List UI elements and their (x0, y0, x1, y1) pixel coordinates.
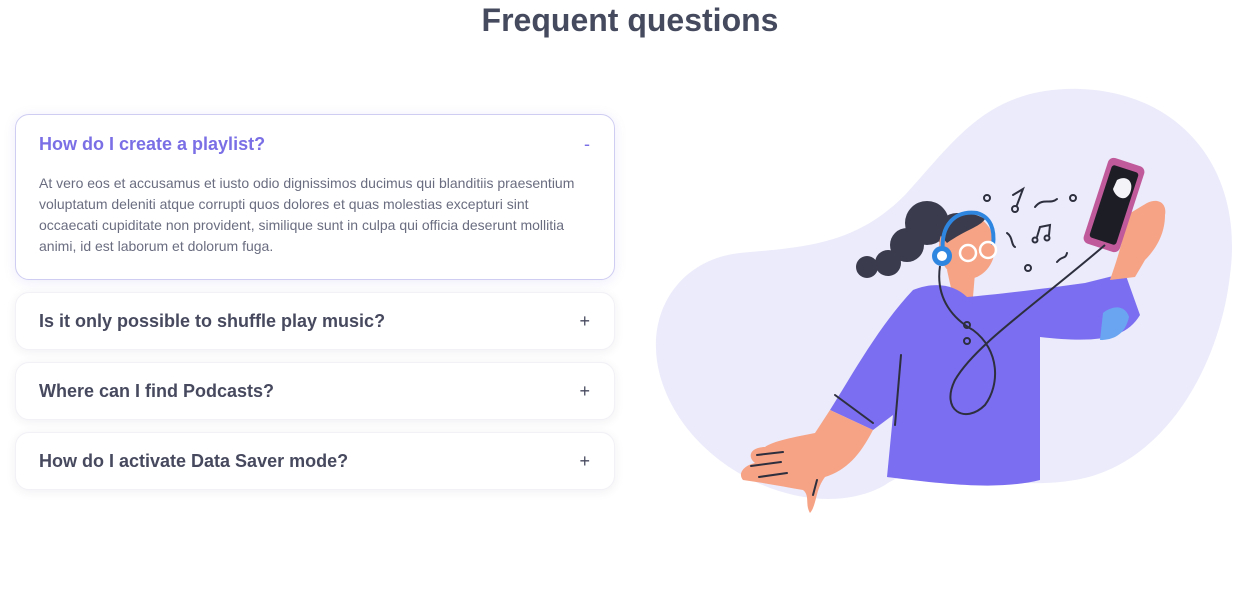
faq-item-podcasts[interactable]: Where can I find Podcasts? + (15, 362, 615, 420)
page-title: Frequent questions (481, 2, 779, 38)
faq-item-header[interactable]: Is it only possible to shuffle play musi… (16, 293, 614, 349)
faq-list: How do I create a playlist? - At vero eo… (15, 114, 615, 502)
faq-item-header[interactable]: How do I activate Data Saver mode? + (16, 433, 614, 489)
faq-item-header[interactable]: Where can I find Podcasts? + (16, 363, 614, 419)
faq-question: Where can I find Podcasts? (39, 380, 275, 401)
faq-item-data-saver[interactable]: How do I activate Data Saver mode? + (15, 432, 615, 490)
collapse-icon[interactable]: - (584, 135, 590, 153)
faq-answer: At vero eos et accusamus et iusto odio d… (39, 175, 575, 254)
expand-icon[interactable]: + (579, 312, 590, 330)
faq-item-create-playlist[interactable]: How do I create a playlist? - At vero eo… (15, 114, 615, 280)
faq-page: Frequent questions How do I create a pla… (0, 0, 1260, 608)
faq-question: Is it only possible to shuffle play musi… (39, 310, 386, 331)
expand-icon[interactable]: + (579, 452, 590, 470)
faq-question: How do I activate Data Saver mode? (39, 450, 349, 471)
expand-icon[interactable]: + (579, 382, 590, 400)
person-listening-music-illustration (655, 88, 1233, 513)
faq-question: How do I create a playlist? (39, 133, 266, 154)
faq-item-header[interactable]: How do I create a playlist? - (16, 115, 614, 173)
faq-item-shuffle-play[interactable]: Is it only possible to shuffle play musi… (15, 292, 615, 350)
